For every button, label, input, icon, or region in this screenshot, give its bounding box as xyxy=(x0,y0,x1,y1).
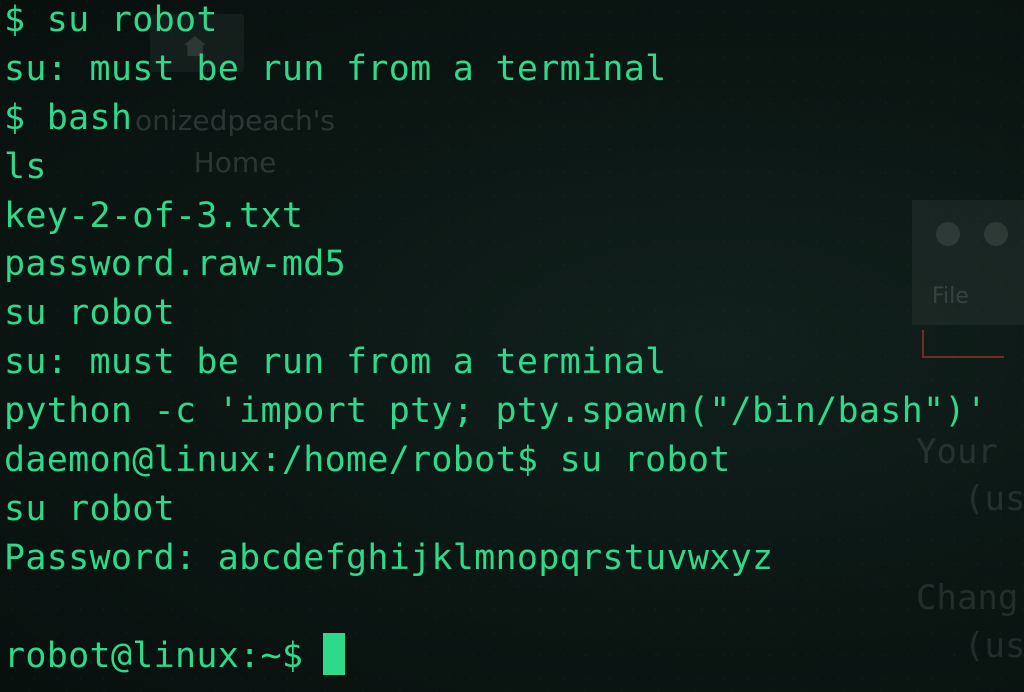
terminal-line: python -c 'import pty; pty.spawn("/bin/b… xyxy=(4,391,988,432)
terminal-line: Password: abcdefghijklmnopqrstuvwxyz xyxy=(4,537,774,578)
shell-prompt: robot@linux:~$ xyxy=(4,635,304,676)
text-cursor xyxy=(323,632,346,675)
terminal-line: $ bash xyxy=(4,97,133,138)
terminal-window[interactable]: $ su robot su: must be run from a termin… xyxy=(0,0,1024,692)
terminal-line: key-2-of-3.txt xyxy=(4,195,304,236)
terminal-line: daemon@linux:/home/robot$ su robot xyxy=(4,440,731,481)
terminal-line: password.raw-md5 xyxy=(4,244,346,285)
terminal-line: su: must be run from a terminal xyxy=(4,48,667,89)
terminal-line: $ su robot xyxy=(4,0,218,40)
terminal-line: ls xyxy=(4,146,47,187)
terminal-line: su robot xyxy=(4,488,175,529)
terminal-line: su: must be run from a terminal xyxy=(4,342,667,383)
terminal-screenshot: onizedpeach's Home File Your (us Chang (… xyxy=(0,0,1024,692)
terminal-line: su robot xyxy=(4,293,175,334)
terminal-prompt-line[interactable]: robot@linux:~$ xyxy=(4,632,1024,681)
